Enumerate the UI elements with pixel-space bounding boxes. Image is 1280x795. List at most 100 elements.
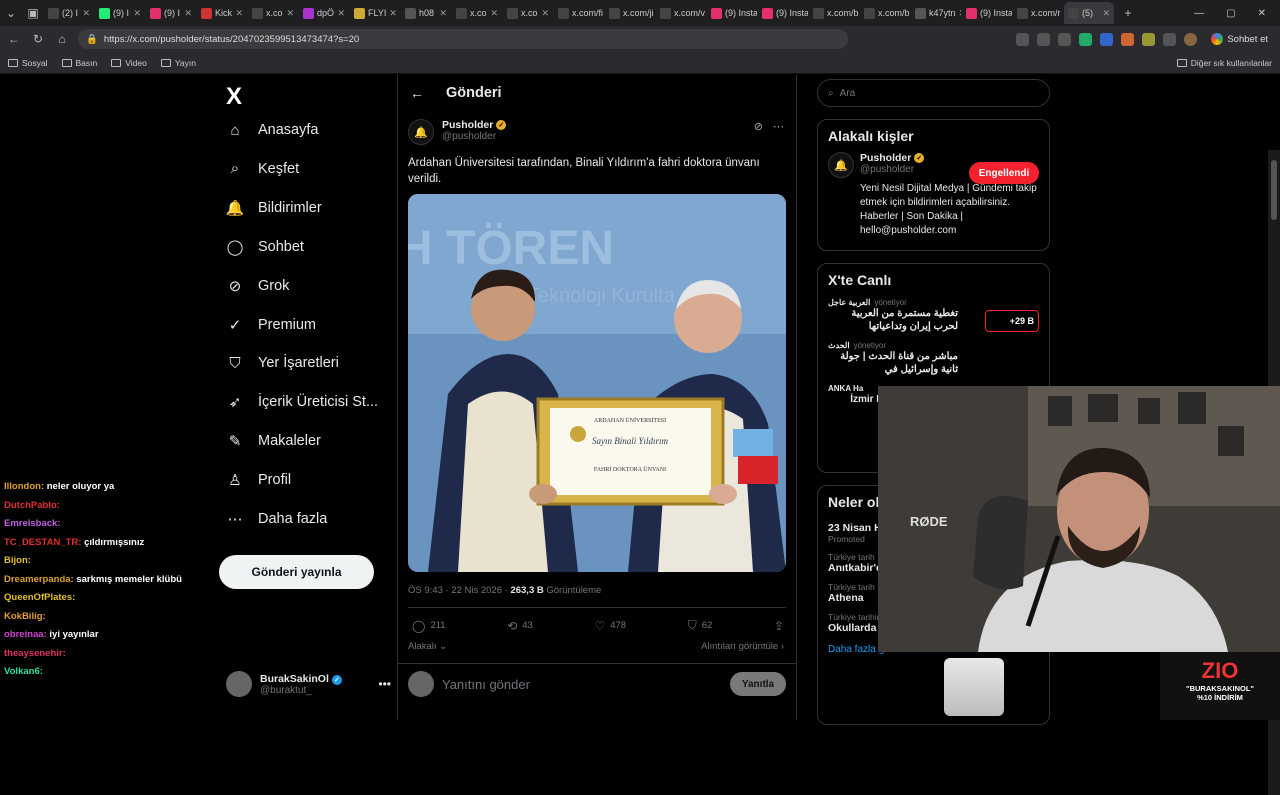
nav-item-chat[interactable]: ◯ Sohbet [226,238,304,256]
new-tab-icon[interactable]: + [1120,5,1136,21]
workspaces-icon[interactable]: ▣ [22,5,44,21]
close-window-icon[interactable]: ✕ [1258,8,1266,19]
search-input[interactable]: ⌕ Ara [817,79,1050,107]
tab-close-icon[interactable]: ✕ [959,8,961,19]
back-icon[interactable]: ← [6,31,22,47]
tab-close-icon[interactable]: ✕ [184,8,192,19]
tab-close-icon[interactable]: ✕ [235,8,243,19]
browser-tab[interactable]: x.com/r✕ [1013,2,1063,24]
tab-close-icon[interactable]: ✕ [490,8,498,19]
back-arrow-icon[interactable]: ← [410,85,424,101]
tab-close-icon[interactable]: ✕ [133,8,141,19]
tab-close-icon[interactable]: ✕ [82,8,90,19]
browser-tab[interactable]: k47ytn✕ [911,2,961,24]
nav-item-home[interactable]: ⌂ Anasayfa [226,121,318,139]
browser-tab[interactable]: x.com/fi✕ [554,2,604,24]
nav-item-articles[interactable]: ✎ Makaleler [226,432,321,450]
bookmark-folder[interactable]: Basın [61,58,97,68]
tab-label: FLYI [368,8,387,18]
tab-menu-icon[interactable]: ⌄ [0,5,22,21]
browser-tab[interactable]: (9) Insta✕ [707,2,757,24]
account-switcher[interactable]: BurakSakinOl ✓ @buraktut_ ••• [226,671,391,697]
tab-close-icon[interactable]: ✕ [337,8,345,19]
live-item[interactable]: العربية عاجل yönetiyor تغطية مستمرة من الع… [818,296,1049,339]
minimize-icon[interactable]: — [1194,8,1204,19]
grok-icon[interactable]: ⊘ [754,120,763,133]
reply-input[interactable]: Yanıtını gönder [442,677,530,692]
live-listener-count[interactable]: +29 B [985,310,1039,332]
post-button[interactable]: Gönderi yayınla [219,555,374,589]
like-button[interactable]: ♡ 478 [594,618,626,633]
browser-tab[interactable]: FLYI ✕ [350,2,400,24]
extension-icon[interactable] [1121,32,1135,46]
related-dropdown[interactable]: Alakalı ⌄ [408,641,447,652]
browser-tab[interactable]: Kick ✕ [197,2,247,24]
nav-item-profile[interactable]: ♙ Profil [226,471,291,489]
post-author[interactable]: 🔔 Pusholder ✓ @pusholder [408,119,507,145]
post-photo[interactable]: H TÖREN Teknoloji Kurulta ARDAHAN ÜNİVER… [408,194,786,572]
post-time[interactable]: ÖS 9:43 · 22 Nis 2026 · [408,585,510,596]
home-icon[interactable]: ⌂ [54,31,70,47]
author-avatar[interactable]: 🔔 [408,119,434,145]
browser-tab[interactable]: x.co ✕ [503,2,553,24]
browser-tab[interactable]: (9) I ✕ [146,2,196,24]
profile-avatar[interactable] [1184,32,1198,46]
nav-item-bookmarks[interactable]: ⛉ Yer İşaretleri [226,354,339,372]
reload-icon[interactable]: ↻ [30,31,46,47]
browser-tab[interactable]: x.com/ji✕ [605,2,655,24]
scroll-thumb[interactable] [1271,160,1277,220]
copilot-button[interactable]: Sohbet et [1205,31,1274,47]
browser-tab[interactable]: (5) ✕ [1064,2,1114,24]
blocked-button[interactable]: Engellendi [969,162,1039,184]
browser-tab[interactable]: (9) Insta✕ [962,2,1012,24]
browser-tab[interactable]: x.com/b✕ [809,2,859,24]
repost-button[interactable]: ⟲ 43 [507,618,533,633]
browser-tab[interactable]: (9) I ✕ [95,2,145,24]
tab-close-icon[interactable]: ✕ [389,8,397,19]
live-item[interactable]: الحدث yönetiyor مباشر من قناة الحدث | جولة… [818,339,1049,382]
tab-close-icon[interactable]: ✕ [541,8,549,19]
nav-item-more[interactable]: ⋯ Daha fazla [226,510,328,528]
browser-tab[interactable]: dpÖ ✕ [299,2,349,24]
nav-item-explore[interactable]: ⌕ Keşfet [226,160,299,178]
author-name[interactable]: Pusholder ✓ [442,119,507,131]
nav-item-grok[interactable]: ⊘ Grok [226,277,290,295]
browser-tab[interactable]: x.co ✕ [248,2,298,24]
more-icon[interactable]: ⋯ [773,120,784,133]
bookmark-other[interactable]: Diğer sık kullanılanlar [1176,58,1272,68]
share-button[interactable]: ⇪ [774,618,784,633]
browser-tab[interactable]: (9) Insta✕ [758,2,808,24]
extension-icon[interactable] [1142,32,1156,46]
maximize-icon[interactable]: ▢ [1226,8,1235,19]
view-quotes-link[interactable]: Alıntıları görüntüle › [701,641,784,652]
collections-icon[interactable] [1163,32,1177,46]
browser-tab[interactable]: h08 ✕ [401,2,451,24]
nav-item-premium[interactable]: ✓ Premium [226,316,316,334]
more-icon[interactable]: ••• [378,677,391,691]
copilot-label: Sohbet et [1227,33,1268,45]
tab-close-icon[interactable]: ✕ [439,8,447,19]
browser-tab[interactable]: x.co ✕ [452,2,502,24]
user-avatar[interactable]: 🔔 [828,152,854,178]
bookmark-folder[interactable]: Sosyal [8,58,48,68]
bookmark-button[interactable]: ⛉ 62 [688,618,713,633]
tab-close-icon[interactable]: ✕ [286,8,294,19]
browser-tab[interactable]: x.com/v✕ [656,2,706,24]
extension-icon[interactable] [1100,32,1114,46]
reply-submit-button[interactable]: Yanıtla [730,672,786,696]
url-field[interactable]: 🔒 https://x.com/pusholder/status/2047023… [78,29,848,49]
bookmark-folder[interactable]: Video [111,58,147,68]
favorite-star-icon[interactable] [1058,32,1072,46]
bookmark-folder[interactable]: Yayın [160,58,196,68]
nav-item-creator-studio[interactable]: ➶ İçerik Üreticisi St... [226,393,378,411]
sponsor-code: "BURAKSAKINOL" [1186,684,1254,693]
extension-icon[interactable] [1079,32,1093,46]
tab-close-icon[interactable]: ✕ [1102,8,1110,19]
reply-button[interactable]: ◯ 211 [412,618,446,633]
nav-item-notifications[interactable]: 🔔 Bildirimler [226,199,322,217]
browser-tab[interactable]: (2) I ✕ [44,2,94,24]
extension-icon[interactable] [1016,32,1030,46]
browser-tab[interactable]: x.com/b✕ [860,2,910,24]
x-logo-icon[interactable]: X [226,83,242,111]
read-aloud-icon[interactable] [1037,32,1051,46]
